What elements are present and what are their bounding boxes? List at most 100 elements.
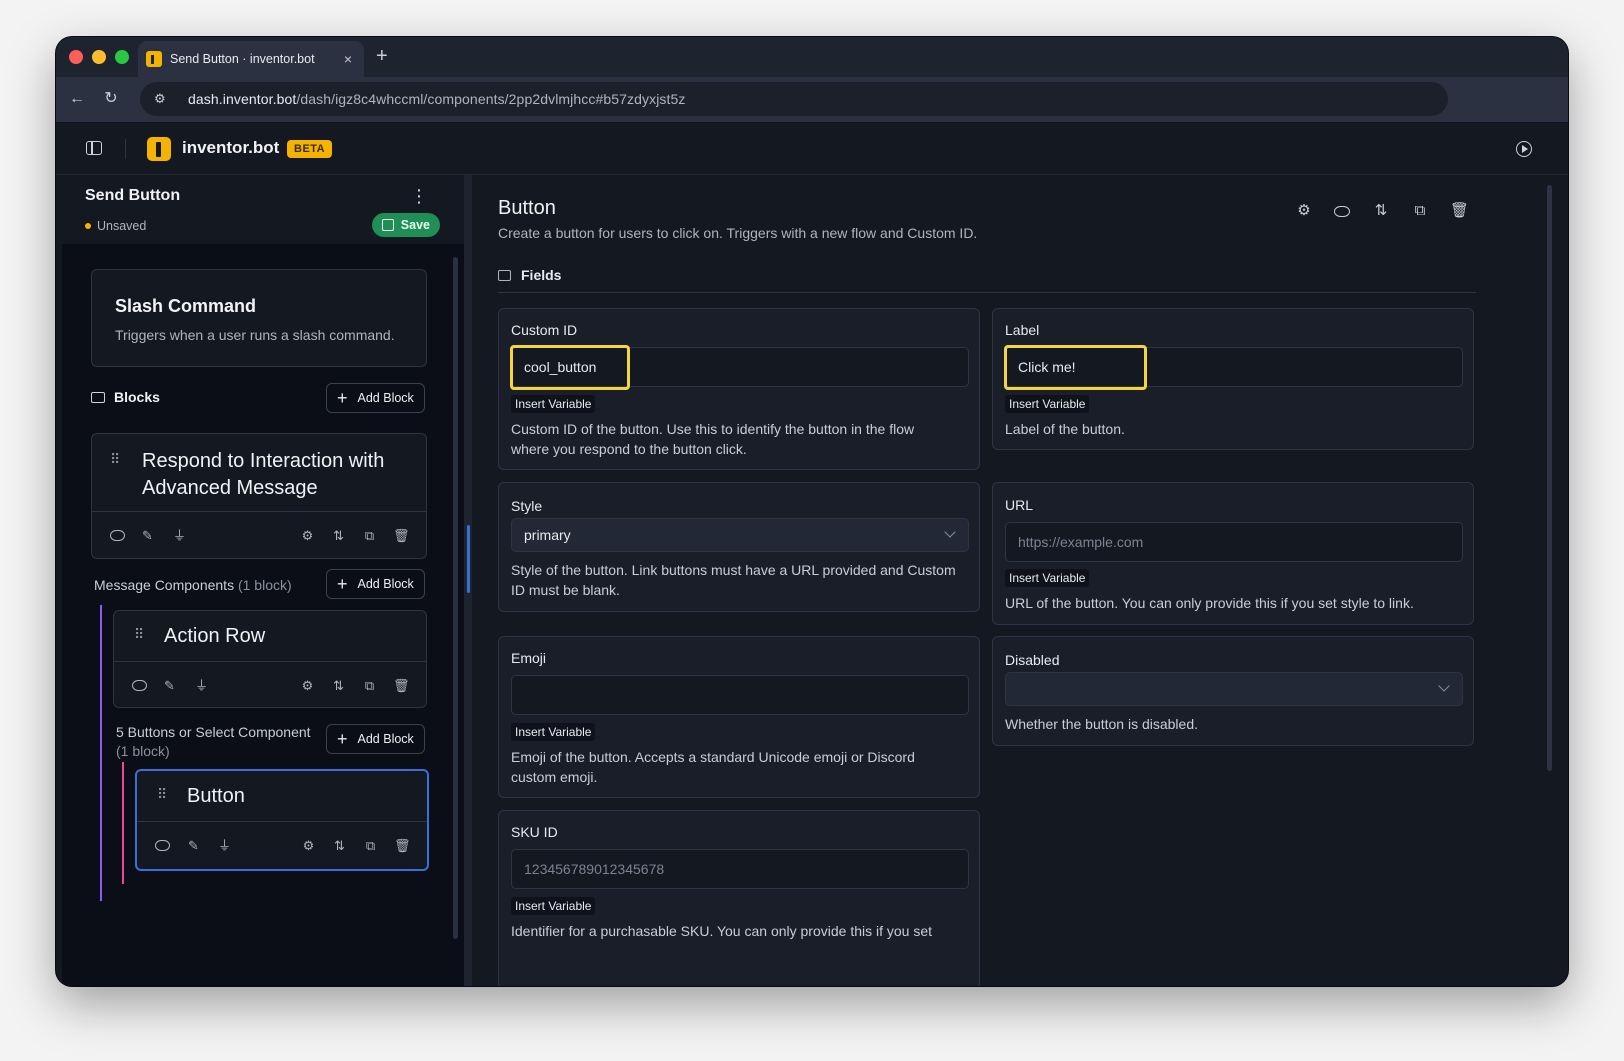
chevron-down-icon bbox=[1438, 680, 1450, 692]
eye-icon[interactable] bbox=[110, 530, 125, 541]
trash-icon[interactable]: 🗑 bbox=[393, 678, 410, 693]
sidebar-toggle-icon[interactable] bbox=[86, 141, 102, 155]
gear-icon[interactable]: ⚙ bbox=[300, 528, 315, 543]
insert-variable-button[interactable]: Insert Variable bbox=[511, 723, 596, 741]
minimize-window-button[interactable] bbox=[92, 50, 106, 64]
insert-variable-button[interactable]: Insert Variable bbox=[511, 897, 596, 915]
left-scrollbar[interactable] bbox=[453, 257, 458, 939]
url-path: /dash/igz8c4whccml/components/2pp2dvlmjh… bbox=[296, 91, 686, 107]
style-description-line1: Style of the button. Link buttons must h… bbox=[511, 562, 956, 578]
insert-variable-button[interactable]: Insert Variable bbox=[511, 395, 596, 413]
browser-window: Send Button · inventor.bot × + ← ↻ ⚙ das… bbox=[56, 37, 1568, 986]
sku-id-label: SKU ID bbox=[511, 824, 558, 840]
insert-variable-button[interactable]: Insert Variable bbox=[1005, 395, 1090, 413]
emoji-description-line2: custom emoji. bbox=[511, 769, 598, 785]
pencil-icon[interactable]: ✎ bbox=[162, 678, 177, 693]
style-select-value: primary bbox=[524, 527, 571, 543]
unsaved-dot-icon bbox=[85, 223, 91, 229]
copy-icon[interactable]: ⧉ bbox=[363, 838, 378, 853]
blocks-label: Blocks bbox=[114, 389, 160, 405]
fields-label: Fields bbox=[521, 267, 562, 283]
custom-id-description-line1: Custom ID of the button. Use this to ide… bbox=[511, 421, 915, 437]
more-options-icon[interactable]: ⋮ bbox=[410, 187, 428, 205]
navigation-bar: ← ↻ ⚙ dash.inventor.bot/dash/igz8c4whccm… bbox=[56, 77, 1568, 123]
flow-header: Send Button ⋮ Unsaved Save bbox=[62, 175, 464, 244]
block-settings-pane: Button Create a button for users to clic… bbox=[472, 175, 1568, 986]
trash-icon[interactable]: 🗑 bbox=[393, 528, 410, 543]
app-header: inventor.bot BETA bbox=[56, 123, 1568, 175]
trash-icon[interactable]: 🗑 bbox=[394, 838, 411, 853]
back-button[interactable]: ← bbox=[66, 88, 88, 110]
close-window-button[interactable] bbox=[69, 50, 83, 64]
url-description: URL of the button. You can only provide … bbox=[1005, 595, 1414, 611]
label-highlight bbox=[1004, 345, 1147, 390]
eye-icon[interactable] bbox=[1334, 206, 1350, 217]
trash-icon[interactable]: 🗑 bbox=[1450, 203, 1469, 219]
message-components-count: (1 block) bbox=[237, 577, 292, 593]
copy-icon[interactable]: ⧉ bbox=[1412, 203, 1428, 219]
site-info-icon[interactable]: ⚙ bbox=[154, 90, 172, 108]
move-icon[interactable]: ⇅ bbox=[331, 678, 346, 693]
drag-handle-icon[interactable]: ⠿ bbox=[110, 452, 120, 466]
address-bar[interactable]: ⚙ dash.inventor.bot/dash/igz8c4whccml/co… bbox=[140, 82, 1448, 116]
blocks-heading: Blocks bbox=[91, 389, 160, 405]
insert-variable-button[interactable]: Insert Variable bbox=[1005, 569, 1090, 587]
gear-icon[interactable]: ⚙ bbox=[301, 838, 316, 853]
move-icon[interactable]: ⇅ bbox=[332, 838, 347, 853]
browser-tab[interactable]: Send Button · inventor.bot × bbox=[138, 41, 364, 77]
trigger-card[interactable]: Slash Command Triggers when a user runs … bbox=[91, 269, 427, 367]
url-text: dash.inventor.bot/dash/igz8c4whccml/comp… bbox=[188, 91, 685, 107]
button-block-card[interactable]: ⠿ Button ✎ ⏚ ⚙ ⇅ ⧉ 🗑 bbox=[135, 769, 429, 871]
emoji-input[interactable] bbox=[511, 675, 969, 715]
pencil-icon[interactable]: ✎ bbox=[186, 838, 201, 853]
new-tab-button[interactable]: + bbox=[376, 45, 388, 68]
add-button-component-button[interactable]: + Add Block bbox=[326, 724, 425, 754]
nest-line-purple bbox=[100, 605, 102, 901]
custom-id-label: Custom ID bbox=[511, 322, 578, 338]
url-host: dash.inventor.bot bbox=[188, 91, 297, 107]
buttons-section-label: 5 Buttons or Select Component (1 block) bbox=[116, 723, 311, 761]
style-description-line2: ID must be blank. bbox=[511, 582, 620, 598]
play-icon[interactable] bbox=[1516, 141, 1532, 157]
add-block-button[interactable]: + Add Block bbox=[326, 383, 425, 413]
drag-handle-icon[interactable]: ⠿ bbox=[157, 787, 167, 801]
maximize-window-button[interactable] bbox=[115, 50, 129, 64]
tab-bar: Send Button · inventor.bot × + bbox=[56, 37, 1568, 77]
copy-icon[interactable]: ⧉ bbox=[362, 528, 377, 543]
style-select[interactable]: primary bbox=[511, 518, 969, 552]
block-title: Button bbox=[498, 197, 556, 219]
action-row-title: Action Row bbox=[164, 625, 266, 647]
reload-button[interactable]: ↻ bbox=[100, 88, 122, 110]
plug-icon[interactable]: ⏚ bbox=[194, 678, 209, 693]
right-scrollbar[interactable] bbox=[1547, 185, 1552, 771]
drag-handle-icon[interactable]: ⠿ bbox=[134, 627, 144, 641]
label-field-card: Label Click me! Insert Variable Label of… bbox=[992, 308, 1474, 450]
folder-icon bbox=[91, 391, 105, 403]
url-input[interactable]: https://example.com bbox=[1005, 522, 1463, 562]
add-message-component-button[interactable]: + Add Block bbox=[326, 569, 425, 599]
tab-close-icon[interactable]: × bbox=[340, 51, 356, 67]
gear-icon[interactable]: ⚙ bbox=[300, 678, 315, 693]
block-toolbar: ✎ ⏚ ⚙ ⇅ ⧉ 🗑 bbox=[92, 511, 426, 559]
plug-icon[interactable]: ⏚ bbox=[217, 838, 232, 853]
sku-id-input[interactable]: 123456789012345678 bbox=[511, 849, 969, 889]
move-icon[interactable]: ⇅ bbox=[1373, 203, 1389, 219]
save-button[interactable]: Save bbox=[371, 213, 440, 237]
header-divider bbox=[125, 139, 126, 159]
plug-icon[interactable]: ⏚ bbox=[172, 528, 187, 543]
eye-icon[interactable] bbox=[132, 680, 147, 691]
pencil-icon[interactable]: ✎ bbox=[140, 528, 155, 543]
beta-badge: BETA bbox=[287, 140, 333, 158]
message-components-text: Message Components bbox=[94, 577, 235, 593]
pane-resize-handle[interactable] bbox=[467, 525, 470, 593]
respond-block-card[interactable]: ⠿ Respond to Interaction with Advanced M… bbox=[91, 433, 427, 559]
disabled-field-card: Disabled Whether the button is disabled. bbox=[992, 636, 1474, 746]
gear-icon[interactable]: ⚙ bbox=[1296, 203, 1312, 219]
copy-icon[interactable]: ⧉ bbox=[362, 678, 377, 693]
add-block-label: Add Block bbox=[357, 732, 414, 746]
move-icon[interactable]: ⇅ bbox=[331, 528, 346, 543]
action-row-card[interactable]: ⠿ Action Row ✎ ⏚ ⚙ ⇅ ⧉ 🗑 bbox=[113, 610, 427, 708]
disabled-select[interactable] bbox=[1005, 672, 1463, 706]
eye-icon[interactable] bbox=[155, 840, 170, 851]
save-status: Unsaved bbox=[85, 219, 146, 233]
